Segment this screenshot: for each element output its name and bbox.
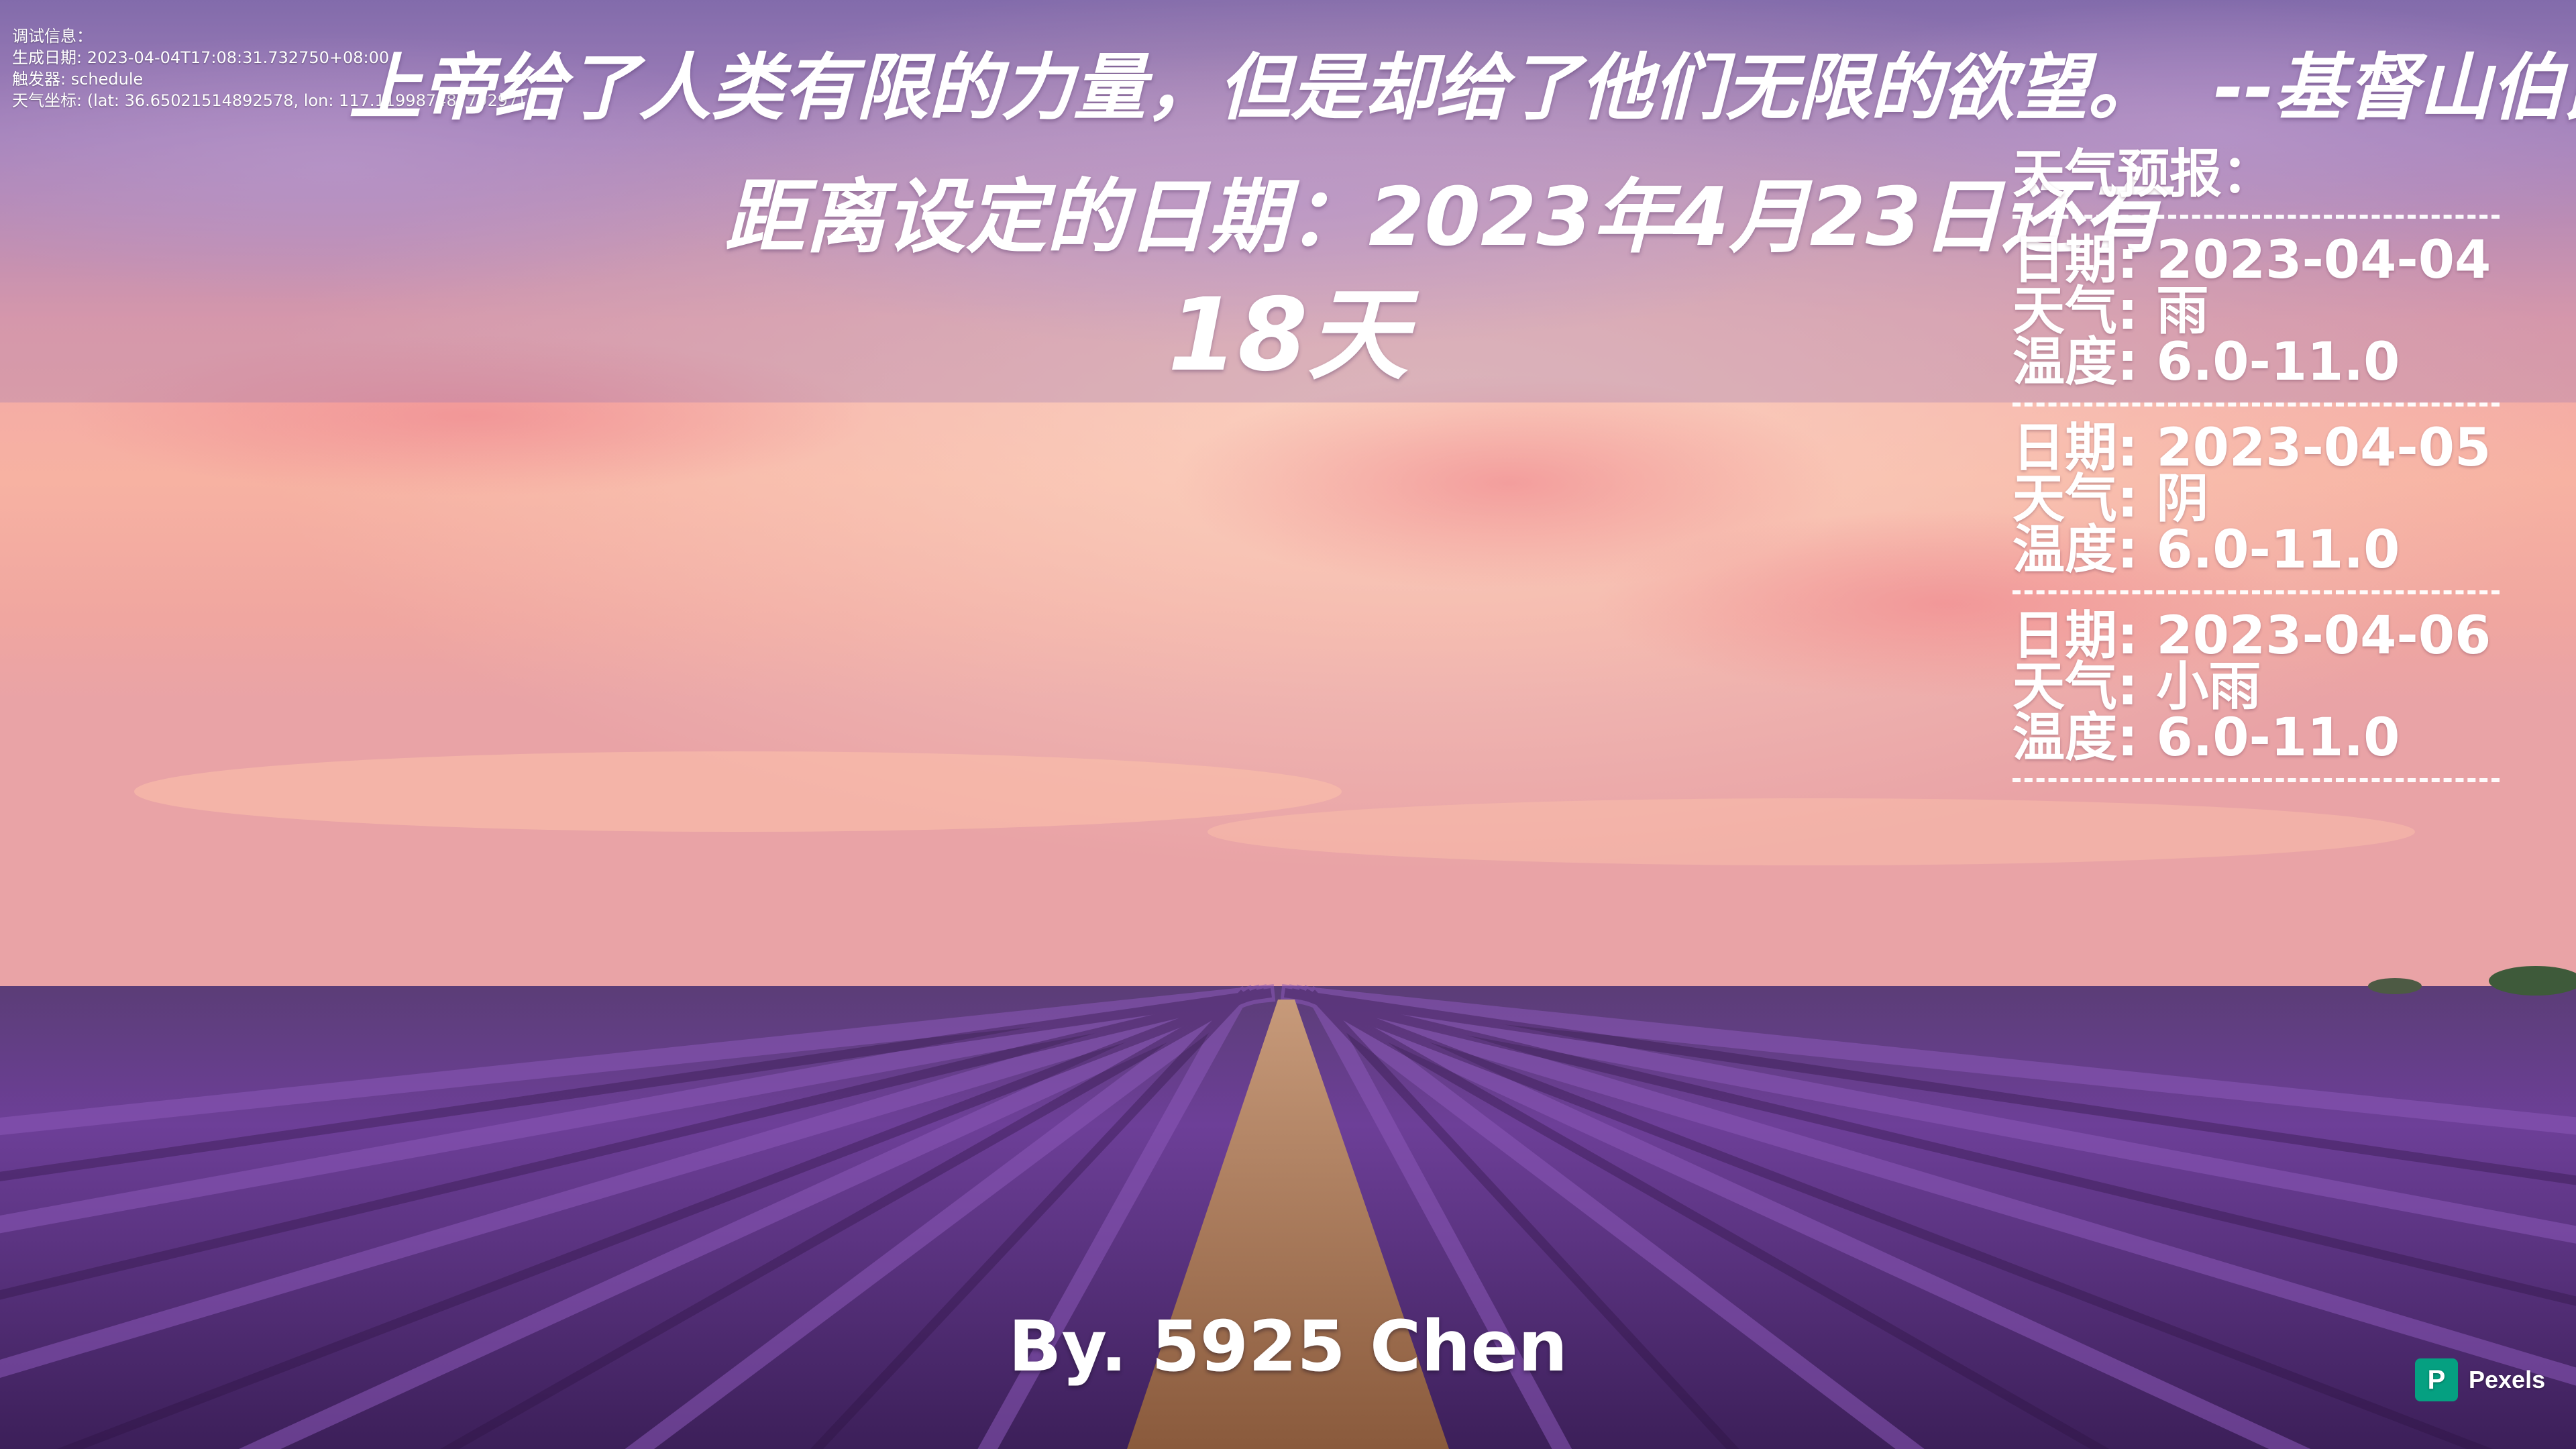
weather-forecast-panel: 天气预报： 日期: 2023-04-04 天气: 雨 温度: 6.0-11.0 … xyxy=(2012,144,2509,798)
weather-divider xyxy=(2012,215,2500,219)
forecast-day: 日期: 2023-04-04 天气: 雨 温度: 6.0-11.0 xyxy=(2012,230,2509,392)
forecast-condition: 天气: 小雨 xyxy=(2012,657,2261,717)
weather-title: 天气预报： xyxy=(2012,144,2275,205)
forecast-day: 日期: 2023-04-06 天气: 小雨 温度: 6.0-11.0 xyxy=(2012,606,2509,768)
forecast-date: 日期: 2023-04-04 xyxy=(2012,230,2491,290)
forecast-day: 日期: 2023-04-05 天气: 阴 温度: 6.0-11.0 xyxy=(2012,418,2509,580)
quote-text: 上帝给了人类有限的力量，但是却给了他们无限的欲望。 xyxy=(349,46,2161,130)
author-signature: By. 5925 Chen xyxy=(1008,1305,1568,1387)
forecast-temperature: 温度: 6.0-11.0 xyxy=(2012,708,2400,768)
pexels-logo-icon: P xyxy=(2415,1358,2458,1401)
countdown-days: 18天 xyxy=(1167,277,1409,394)
weather-divider xyxy=(2012,402,2500,407)
forecast-condition: 天气: 雨 xyxy=(2012,281,2209,341)
forecast-condition: 天气: 阴 xyxy=(2012,469,2209,529)
daily-quote: 上帝给了人类有限的力量，但是却给了他们无限的欲望。 --基督山伯爵 xyxy=(349,42,2576,136)
countdown-label: 距离设定的日期：2023年4月23日还有 xyxy=(724,171,2163,264)
forecast-temperature: 温度: 6.0-11.0 xyxy=(2012,520,2400,580)
quote-author: --基督山伯爵 xyxy=(2214,46,2576,130)
pexels-label: Pexels xyxy=(2469,1366,2546,1393)
forecast-date: 日期: 2023-04-05 xyxy=(2012,418,2491,478)
forecast-date: 日期: 2023-04-06 xyxy=(2012,606,2491,666)
pexels-watermark[interactable]: P Pexels xyxy=(2415,1356,2545,1403)
weather-divider xyxy=(2012,590,2500,594)
forecast-temperature: 温度: 6.0-11.0 xyxy=(2012,332,2400,392)
weather-divider xyxy=(2012,778,2500,782)
